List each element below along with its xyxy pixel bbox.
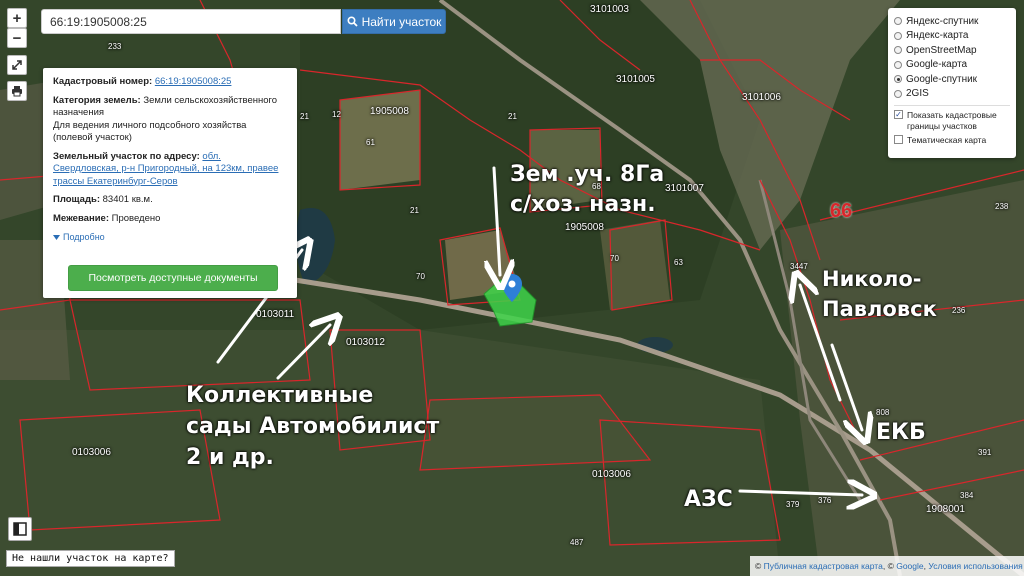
layer-label: OpenStreetMap: [906, 44, 977, 56]
radio-icon: [894, 46, 902, 55]
find-plot-label: Найти участок: [361, 14, 442, 29]
layer-option-google-map[interactable]: Google-карта: [894, 58, 1010, 73]
view-documents-button[interactable]: Посмотреть доступные документы: [68, 265, 278, 291]
plot-annotation-line2: с/хоз. назн.: [510, 192, 656, 217]
layer-label: 2GIS: [906, 88, 929, 100]
radio-icon: [894, 89, 902, 98]
layer-option-osm[interactable]: OpenStreetMap: [894, 43, 1010, 58]
cadastral-row: Кадастровый номер: 66:19:1905008:25: [53, 76, 287, 89]
survey-row: Межевание: Проведено: [53, 213, 287, 226]
gardens-annotation: Коллективные сады Автомобилист 2 и др.: [186, 380, 439, 473]
checkbox-checked-icon: ✓: [894, 110, 903, 119]
not-found-button[interactable]: Не нашли участок на карте?: [6, 550, 175, 567]
panel-icon: [13, 522, 27, 536]
cadastral-search-input[interactable]: [41, 9, 341, 34]
print-button[interactable]: [7, 81, 27, 101]
thematic-label: Тематическая карта: [907, 135, 987, 145]
zoom-in-button[interactable]: +: [7, 8, 27, 28]
gardens-annotation-line1: Коллективные: [186, 383, 374, 408]
checkbox-icon: [894, 135, 903, 144]
layout-toggle-button[interactable]: [8, 517, 32, 541]
layer-label: Яндекс-спутник: [906, 15, 979, 27]
radio-icon: [894, 31, 902, 40]
attribution: © Публичная кадастровая карта, © Google,…: [750, 556, 1024, 576]
layer-label: Яндекс-карта: [906, 30, 969, 42]
expand-icon: [12, 60, 22, 70]
caret-down-icon: [53, 234, 60, 240]
find-plot-button[interactable]: Найти участок: [342, 9, 446, 34]
address-row: Земельный участок по адресу: обл. Свердл…: [53, 151, 287, 189]
cadastral-link[interactable]: 66:19:1905008:25: [155, 76, 232, 87]
layer-option-google-satellite[interactable]: Google-спутник: [894, 72, 1010, 87]
cadastral-label: Кадастровый номер:: [53, 76, 153, 87]
radio-icon: [894, 60, 902, 69]
layer-option-yandex-map[interactable]: Яндекс-карта: [894, 29, 1010, 44]
details-toggle[interactable]: Подробно: [53, 231, 287, 244]
layer-switcher: Яндекс-спутник Яндекс-карта OpenStreetMa…: [888, 8, 1016, 158]
gardens-annotation-line3: 2 и др.: [186, 445, 274, 470]
copyright-symbol: ©: [755, 561, 762, 571]
divider: [894, 105, 1010, 106]
town-annotation-line1: Николо-: [822, 267, 922, 291]
parcel-info-panel: Кадастровый номер: 66:19:1905008:25 Кате…: [43, 68, 297, 298]
gardens-annotation-line2: сады Автомобилист: [186, 414, 440, 439]
azs-annotation: АЗС: [684, 487, 733, 512]
address-label: Земельный участок по адресу:: [53, 150, 200, 162]
google-link[interactable]: Google: [896, 561, 923, 571]
town-annotation-line2: Павловск: [822, 297, 937, 321]
layer-option-2gis[interactable]: 2GIS: [894, 87, 1010, 102]
survey-label: Межевание:: [53, 212, 109, 224]
show-boundaries-checkbox[interactable]: ✓ Показать кадастровые границы участков: [894, 110, 1010, 132]
zoom-out-button[interactable]: −: [7, 28, 27, 48]
plot-annotation: Зем .уч. 8Га с/хоз. назн.: [510, 160, 664, 220]
terms-link[interactable]: Условия использования: [928, 561, 1022, 571]
show-boundaries-label: Показать кадастровые границы участков: [907, 110, 997, 131]
survey-value: Проведено: [111, 212, 161, 224]
town-annotation: Николо- Павловск: [822, 264, 937, 324]
radio-icon: [894, 17, 902, 26]
search-icon: [347, 16, 358, 27]
area-label: Площадь:: [53, 194, 100, 205]
layer-label: Google-спутник: [906, 73, 978, 85]
printer-icon: [12, 86, 22, 97]
layer-label: Google-карта: [906, 59, 968, 71]
radio-selected-icon: [894, 75, 902, 84]
thematic-map-checkbox[interactable]: Тематическая карта: [894, 135, 1010, 146]
ekb-annotation: ЕКБ: [876, 420, 926, 445]
fullscreen-button[interactable]: [7, 55, 27, 75]
category-row: Категория земель: Земли сельскохозяйстве…: [53, 95, 287, 145]
details-label: Подробно: [63, 232, 105, 242]
attribution-separator: , ©: [882, 561, 894, 571]
area-value: 83401 кв.м.: [102, 194, 153, 205]
area-row: Площадь: 83401 кв.м.: [53, 194, 287, 207]
pkk-link[interactable]: Публичная кадастровая карта: [764, 561, 883, 571]
category-label: Категория земель:: [53, 94, 141, 106]
plot-annotation-line1: Зем .уч. 8Га: [510, 162, 665, 187]
layer-option-yandex-satellite[interactable]: Яндекс-спутник: [894, 14, 1010, 29]
usage-value: Для ведения личного подсобного хозяйства…: [53, 119, 247, 144]
